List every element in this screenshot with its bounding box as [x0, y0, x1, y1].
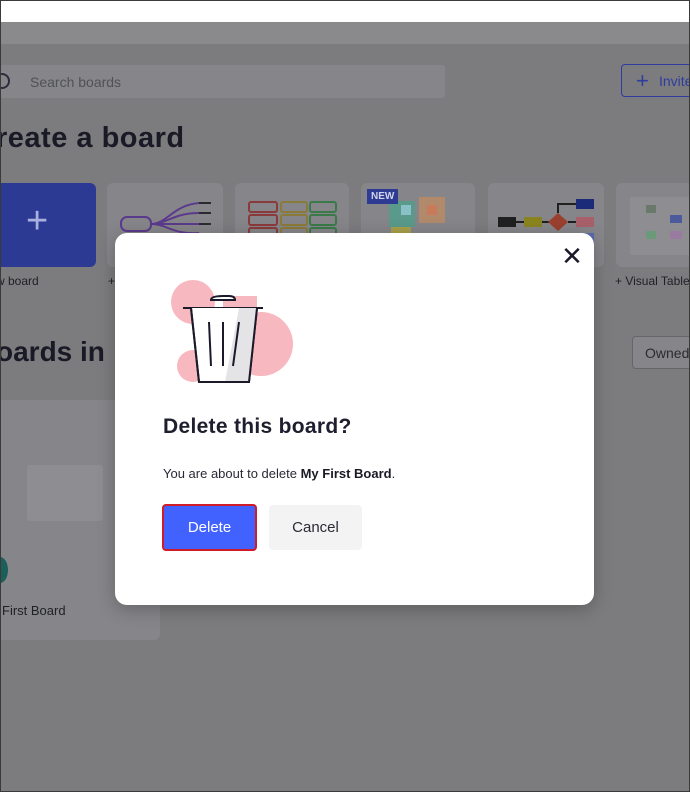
screenshot-frame: [0, 0, 690, 792]
